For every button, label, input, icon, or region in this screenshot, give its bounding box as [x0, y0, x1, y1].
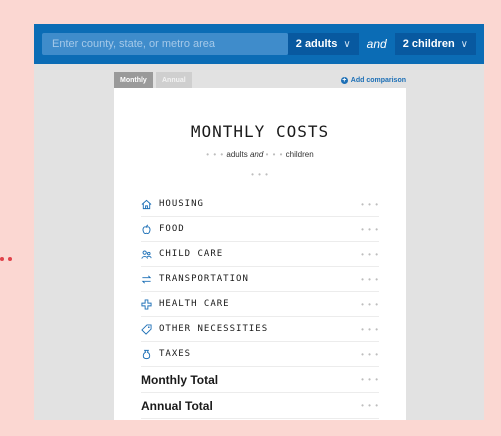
costs-card: MONTHLY COSTS • • • adults and • • • chi… — [114, 88, 406, 420]
annual-total-row: Annual Total • • • — [141, 393, 379, 419]
add-comparison-button[interactable]: + Add comparison — [340, 72, 406, 88]
medical-cross-icon — [141, 298, 159, 310]
monthly-total-row: Monthly Total • • • — [141, 367, 379, 393]
and-word: and — [249, 150, 264, 159]
family-subtitle: • • • adults and • • • children — [114, 150, 406, 159]
plus-circle-icon: + — [340, 76, 348, 84]
children-word: children — [285, 150, 314, 159]
cost-value: • • • — [361, 299, 379, 309]
cost-row-food: FOOD • • • — [141, 217, 379, 242]
cost-value: • • • — [361, 249, 379, 259]
cost-label: HEALTH CARE — [159, 299, 230, 309]
children-select-label: 2 children — [402, 38, 455, 50]
page-dots-decoration — [0, 257, 12, 261]
tab-annual[interactable]: Annual — [156, 72, 192, 88]
cost-value: • • • — [361, 349, 379, 359]
chevron-down-icon: ∨ — [343, 38, 351, 50]
chevron-down-icon: ∨ — [460, 38, 468, 50]
location-placeholder: • • • — [114, 164, 406, 182]
tag-icon — [141, 323, 159, 335]
cost-label: CHILD CARE — [159, 249, 224, 259]
monthly-total-label: Monthly Total — [141, 372, 219, 387]
cost-row-taxes: TAXES • • • — [141, 342, 379, 367]
cost-label: TAXES — [159, 349, 192, 359]
calculator-frame: Enter county, state, or metro area 2 adu… — [34, 24, 484, 420]
children-select[interactable]: 2 children ∨ — [394, 33, 476, 55]
card-title: MONTHLY COSTS — [190, 122, 330, 141]
adults-select-label: 2 adults — [295, 38, 338, 50]
cost-row-other-necessities: OTHER NECESSITIES • • • — [141, 317, 379, 342]
cost-label: HOUSING — [159, 199, 204, 209]
cost-value: • • • — [361, 324, 379, 334]
cost-row-child-care: CHILD CARE • • • — [141, 242, 379, 267]
people-icon — [141, 249, 159, 260]
money-bag-icon — [141, 349, 159, 360]
annual-total-value: • • • — [361, 401, 379, 410]
cost-row-transportation: TRANSPORTATION • • • — [141, 267, 379, 292]
add-comparison-label: Add comparison — [350, 76, 406, 84]
cost-row-health-care: HEALTH CARE • • • — [141, 292, 379, 317]
cost-label: TRANSPORTATION — [159, 274, 249, 284]
tab-monthly[interactable]: Monthly — [114, 72, 153, 88]
cost-value: • • • — [361, 199, 379, 209]
annual-total-label: Annual Total — [141, 398, 213, 413]
location-dots: • • • — [251, 170, 269, 179]
cost-row-housing: HOUSING • • • — [141, 192, 379, 217]
cost-value: • • • — [361, 224, 379, 234]
location-search-input[interactable]: Enter county, state, or metro area — [42, 33, 288, 55]
monthly-total-value: • • • — [361, 375, 379, 384]
apple-icon — [141, 224, 159, 235]
cost-value: • • • — [361, 274, 379, 284]
cost-list: HOUSING • • • FOOD • • • CHILD CARE • • … — [141, 192, 379, 419]
cost-label: OTHER NECESSITIES — [159, 324, 269, 334]
cost-label: FOOD — [159, 224, 185, 234]
house-icon — [141, 199, 159, 210]
children-count-placeholder: • • • — [265, 150, 284, 159]
top-bar: Enter county, state, or metro area 2 adu… — [34, 24, 484, 64]
adults-select[interactable]: 2 adults ∨ — [287, 33, 359, 55]
view-tabs: Monthly Annual + Add comparison — [114, 72, 406, 88]
arrows-icon — [141, 274, 159, 285]
adults-count-placeholder: • • • — [206, 150, 225, 159]
and-connector: and — [366, 37, 387, 51]
adults-word: adults — [226, 150, 248, 159]
